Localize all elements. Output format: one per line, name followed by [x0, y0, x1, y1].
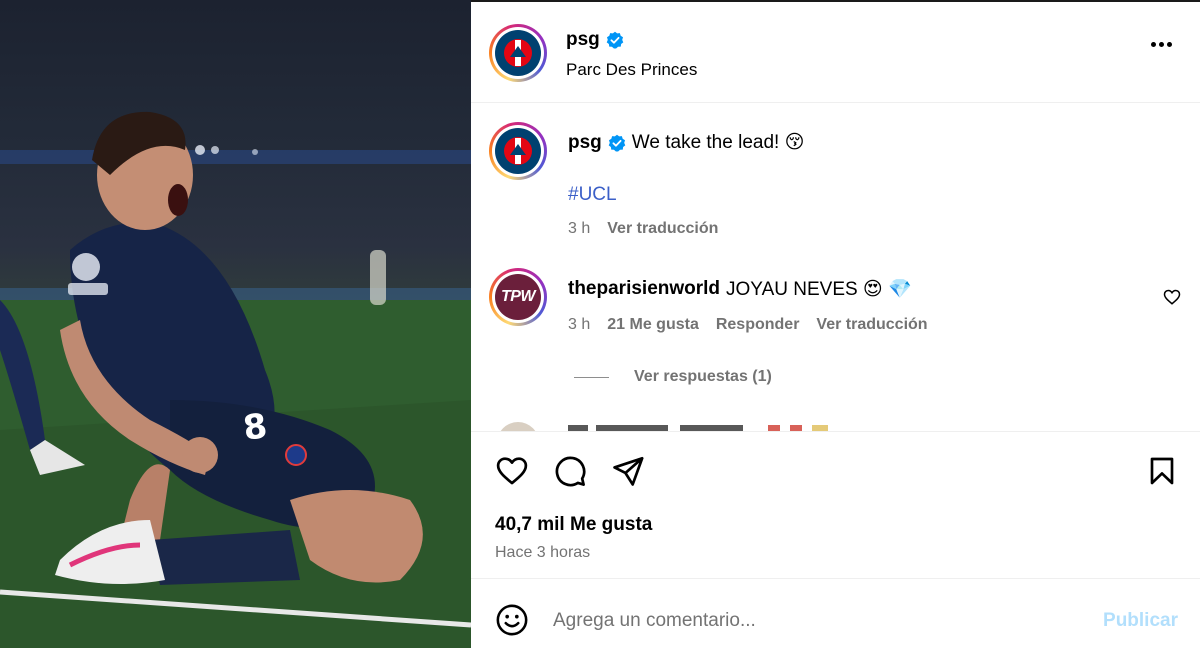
comments-section[interactable]: psg We take the lead! 😚 #UCL 3 h Ver tra…: [471, 104, 1200, 431]
psg-logo-icon: [495, 128, 541, 174]
dot-icon: [1159, 42, 1164, 47]
likes-count[interactable]: 40,7 mil Me gusta: [495, 514, 652, 536]
publish-button[interactable]: Publicar: [1103, 610, 1178, 632]
post-location[interactable]: Parc Des Princes: [566, 60, 697, 80]
caption-meta: 3 h Ver traducción: [568, 220, 735, 238]
save-bookmark-icon[interactable]: [1146, 454, 1178, 488]
caption-hashtag[interactable]: #UCL: [568, 184, 617, 206]
comment-like-heart-icon[interactable]: [1163, 288, 1181, 306]
comment-likes-count[interactable]: 21 Me gusta: [607, 316, 699, 334]
account-avatar[interactable]: [489, 24, 547, 82]
view-replies-label: Ver respuestas (1): [634, 368, 772, 385]
comment-text: JOYAU NEVES 😍 💎: [726, 279, 912, 300]
account-username[interactable]: psg: [566, 29, 600, 51]
caption-translate-link[interactable]: Ver traducción: [607, 220, 718, 238]
comment-translate-link[interactable]: Ver traducción: [816, 316, 927, 334]
caption-username[interactable]: psg: [568, 132, 602, 154]
share-send-icon[interactable]: [611, 454, 645, 488]
post-photo[interactable]: 8: [0, 0, 471, 648]
comment-row: theparisienworld JOYAU NEVES 😍 💎: [568, 277, 912, 301]
comment-input[interactable]: [553, 606, 1073, 636]
comment-reply-button[interactable]: Responder: [716, 316, 800, 334]
more-options-button[interactable]: [1151, 42, 1172, 47]
post-side-panel: psg Parc Des Princes psg We take the lea…: [471, 0, 1200, 648]
comment-bubble-icon[interactable]: [553, 454, 587, 488]
comment-username[interactable]: theparisienworld: [568, 278, 720, 300]
emoji-picker-icon[interactable]: [495, 603, 529, 637]
psg-logo-icon: [495, 30, 541, 76]
post-actions: 40,7 mil Me gusta Hace 3 horas: [471, 431, 1200, 579]
tpw-logo: TPW: [495, 274, 541, 320]
verified-badge-icon: [608, 134, 626, 152]
comment-time[interactable]: 3 h: [568, 316, 590, 334]
post-header: psg Parc Des Princes: [471, 2, 1200, 103]
comment-composer: Publicar: [471, 580, 1200, 648]
caption-avatar[interactable]: [489, 122, 547, 180]
caption-time[interactable]: 3 h: [568, 220, 590, 238]
comment-meta: 3 h 21 Me gusta Responder Ver traducción: [568, 316, 945, 334]
caption-row: psg We take the lead! 😚: [568, 131, 804, 154]
post-timestamp: Hace 3 horas: [495, 544, 591, 561]
view-replies-button[interactable]: Ver respuestas (1): [574, 368, 772, 386]
dot-icon: [1167, 42, 1172, 47]
replies-divider: [574, 376, 609, 378]
caption-text: We take the lead! 😚: [631, 132, 805, 153]
verified-badge-icon: [606, 31, 624, 49]
like-heart-icon[interactable]: [495, 454, 529, 488]
commenter-avatar[interactable]: TPW: [489, 268, 547, 326]
dot-icon: [1151, 42, 1156, 47]
photo-illustration: 8: [0, 111, 471, 648]
next-commenter-avatar[interactable]: [497, 422, 539, 431]
